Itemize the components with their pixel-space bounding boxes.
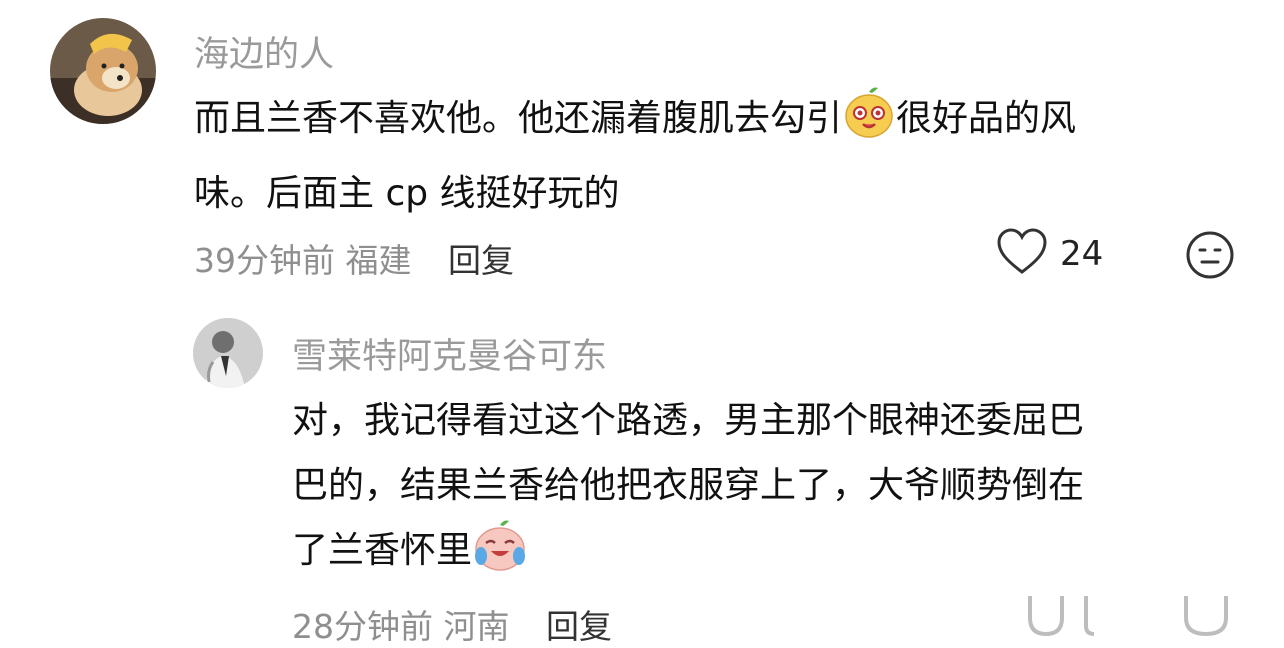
comment-username[interactable]: 海边的人 [194,26,334,77]
yellow-face-emoji [842,86,896,161]
comment-meta: 28分钟前 河南 回复 [292,600,612,648]
comment-text: 对，我记得看过这个路透，男主那个眼神还委屈巴 巴的，结果兰香给他把衣服穿上了，大… [292,388,1084,593]
comment-location: 福建 [345,241,412,280]
comment-line: 巴的，结果兰香给他把衣服穿上了，大爷顺势倒在 [292,465,1085,506]
comment-location: 河南 [443,607,510,646]
comment-username[interactable]: 雪莱特阿克曼谷可东 [292,328,607,379]
comment-text-segment: 了兰香怀里 [292,530,473,571]
comment-time: 28分钟前 [292,607,433,646]
bottom-like-icon[interactable] [1024,596,1124,641]
reply-button[interactable]: 回复 [448,241,514,280]
laugh-cry-emoji [472,518,528,593]
neutral-face-icon[interactable] [1185,230,1235,284]
comment-line: 了兰香怀里 [292,518,1084,593]
avatar[interactable] [193,318,263,388]
comment-line: 而且兰香不喜欢他。他还漏着腹肌去勾引 很好品的风 [194,86,1076,161]
comment-text-segment: 很好品的风 [896,98,1077,139]
avatar[interactable] [50,18,156,124]
reply-button[interactable]: 回复 [546,607,612,646]
comment-time: 39分钟前 [194,241,335,280]
like-count: 24 [1060,234,1104,274]
bottom-emoji-icon[interactable] [1178,596,1238,641]
like-button[interactable]: 24 [996,228,1103,280]
comment-text: 而且兰香不喜欢他。他还漏着腹肌去勾引 很好品的风 味。后面主 cp 线挺好玩的 [194,86,1076,226]
heart-outline-icon [996,228,1048,280]
comment-line: 味。后面主 cp 线挺好玩的 [194,173,620,214]
comment-line: 对，我记得看过这个路透，男主那个眼神还委屈巴 [292,400,1085,441]
comment-text-segment: 而且兰香不喜欢他。他还漏着腹肌去勾引 [194,98,843,139]
comment-meta: 39分钟前 福建 回复 [194,234,514,282]
